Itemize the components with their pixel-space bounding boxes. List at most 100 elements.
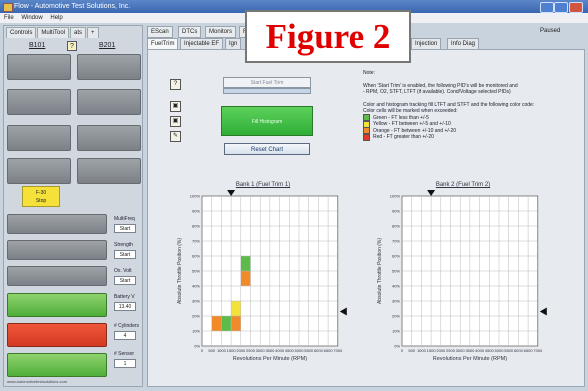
x-tick-label: 1000 (217, 348, 227, 353)
channel-button-5[interactable] (7, 125, 71, 151)
x-tick-label: 0 (201, 348, 204, 353)
y-tick-label: 10% (192, 329, 200, 334)
channel-button-1[interactable] (7, 54, 71, 80)
y-tick-label: 20% (392, 314, 400, 319)
green-action-button-2[interactable] (7, 353, 107, 377)
menu-window[interactable]: Window (21, 15, 42, 21)
edit-tool-icon[interactable]: ✎ (170, 131, 181, 142)
heatmap-cell (221, 316, 232, 331)
start-fuel-trim-button[interactable]: Start Fuel Trim (223, 77, 311, 88)
x-axis-label: Revolutions Per Minute (RPM) (433, 356, 507, 362)
x-tick-label: 5000 (495, 348, 505, 353)
menu-help[interactable]: Help (50, 15, 62, 21)
close-button[interactable] (569, 2, 583, 13)
tab-controls[interactable]: Controls (6, 27, 37, 38)
tab-ats[interactable]: ats (70, 27, 87, 38)
window-title: Flow - Automotive Test Solutions, Inc. (14, 3, 131, 10)
red-action-button[interactable] (7, 323, 107, 347)
side-value-4[interactable]: 13.40 (114, 302, 136, 311)
channel-button-4[interactable] (77, 89, 141, 115)
x-tick-label: 3000 (256, 348, 266, 353)
tab-add[interactable]: + (87, 27, 99, 38)
function-button-1[interactable] (7, 214, 107, 234)
side-value-6[interactable]: 1 (114, 359, 136, 368)
channel-button-8[interactable] (77, 158, 141, 184)
green-action-button[interactable] (7, 293, 107, 317)
x-tick-label: 1000 (417, 348, 427, 353)
bank2-label: B201 (99, 42, 116, 49)
y-tick-label: 60% (192, 254, 200, 259)
print-tool-icon[interactable]: ▣ (170, 116, 181, 127)
x-tick-label: 2500 (246, 348, 256, 353)
x-tick-label: 6000 (314, 348, 324, 353)
app-icon (3, 3, 13, 12)
x-tick-label: 4000 (475, 348, 485, 353)
progress-bar (223, 88, 311, 94)
left-control-panel: Controls MultiTool ats + B101 ? B201 F-30 S… (3, 25, 143, 387)
x-tick-label: 5500 (504, 348, 514, 353)
x-tick-label: 6500 (324, 348, 334, 353)
x-tick-label: 1500 (227, 348, 237, 353)
heatmap-cell (231, 301, 241, 316)
x-axis-label: Revolutions Per Minute (RPM) (233, 356, 307, 362)
y-tick-label: 40% (192, 284, 200, 289)
x-tick-label: 6000 (514, 348, 524, 353)
y-tick-label: 80% (192, 224, 200, 229)
left-tab-row: Controls MultiTool ats + (6, 27, 100, 38)
x-tick-label: 4500 (285, 348, 295, 353)
y-axis-label: Absolute Throttle Position (%) (377, 238, 383, 304)
side-value-2[interactable]: Start (114, 250, 136, 259)
side-label-3: Ox. Volt (114, 268, 132, 274)
channel-button-2[interactable] (77, 54, 141, 80)
channel-button-3[interactable] (7, 89, 71, 115)
legend-row: Red - FT greater than +/-20 (363, 133, 563, 141)
tab-escan[interactable]: EScan (147, 26, 173, 38)
x-tick-label: 4000 (275, 348, 285, 353)
side-value-5[interactable]: 4 (114, 331, 136, 340)
tab-monitors[interactable]: Monitors (205, 26, 237, 38)
side-label-6: # Sensor (114, 351, 135, 357)
y-tick-label: 90% (392, 209, 400, 214)
heatmap-cell (240, 256, 251, 271)
side-value-3[interactable]: Start (114, 276, 136, 285)
x-tick-label: 6500 (524, 348, 534, 353)
status-label: Paused (540, 28, 561, 34)
rpm-marker-icon (427, 190, 436, 196)
active-channel-button[interactable]: F-30 Stop (22, 186, 60, 207)
throttle-marker-icon (539, 307, 547, 316)
function-button-2[interactable] (7, 240, 107, 260)
reset-chart-button[interactable]: Reset Chart (224, 143, 310, 155)
heatmap-cell (231, 316, 241, 331)
channel-button-6[interactable] (77, 125, 141, 151)
fill-histogram-button[interactable]: Fill Histogram (221, 106, 313, 136)
y-tick-label: 50% (192, 269, 200, 274)
channel-button-7[interactable] (7, 158, 71, 184)
tab-dtcs[interactable]: DTCs (178, 26, 202, 38)
side-value-1[interactable]: Start (114, 224, 136, 233)
bank1-label: B101 (29, 42, 46, 49)
bank1-heatmap-chart: 100% 90% 80% 70% 60% 50% 40% 30% 20% 10% 0%0 500 100… (177, 190, 347, 362)
rpm-marker-icon (227, 190, 236, 196)
x-tick-label: 3000 (456, 348, 466, 353)
heatmap-cell (240, 271, 251, 286)
menu-file[interactable]: File (4, 15, 14, 21)
tab-multitool[interactable]: MultiTool (37, 27, 70, 38)
legend-swatch (363, 133, 370, 141)
y-tick-label: 0% (394, 344, 400, 349)
x-tick-label: 4500 (485, 348, 495, 353)
function-button-3[interactable] (7, 266, 107, 286)
y-tick-label: 40% (392, 284, 400, 289)
minimize-button[interactable] (540, 2, 554, 13)
bank2-heatmap-chart: 100% 90% 80% 70% 60% 50% 40% 30% 20% 10% 0%0 500 100… (377, 190, 547, 362)
x-tick-label: 500 (408, 348, 415, 353)
y-axis-label: Absolute Throttle Position (%) (177, 238, 183, 304)
x-tick-label: 500 (208, 348, 215, 353)
help-tool-icon[interactable]: ? (170, 79, 181, 90)
side-label-1: MultiFreq (114, 216, 135, 222)
save-tool-icon[interactable]: ▣ (170, 101, 181, 112)
x-tick-label: 7000 (333, 348, 343, 353)
maximize-button[interactable] (554, 2, 568, 13)
y-tick-label: 70% (392, 239, 400, 244)
x-tick-label: 3500 (465, 348, 475, 353)
help-button[interactable]: ? (67, 41, 77, 51)
